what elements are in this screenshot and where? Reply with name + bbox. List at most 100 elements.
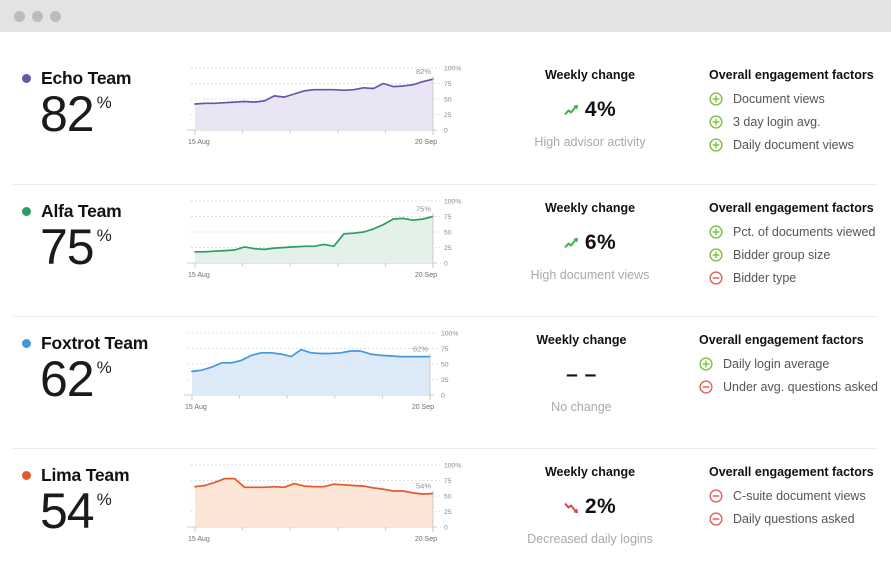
factor-label: 3 day login avg.: [733, 115, 821, 129]
change-percent: 6%: [585, 231, 616, 255]
svg-text:100%: 100%: [441, 331, 458, 338]
team-engagement-value: 82%: [40, 89, 185, 139]
factor-list: Document views 3 day login avg. Daily docu…: [709, 92, 878, 152]
svg-text:15 Aug: 15 Aug: [188, 139, 210, 146]
svg-text:15 Aug: 15 Aug: [188, 536, 210, 543]
team-summary: Alfa Team 75%: [13, 197, 185, 272]
svg-text:50: 50: [441, 362, 449, 369]
trend-icon-slot: [564, 501, 579, 514]
sparkline-svg: 100%755025075%15 Aug20 Sep: [185, 197, 470, 283]
engagement-factor: Bidder group size: [709, 248, 878, 262]
weekly-change-note: High document views: [500, 268, 680, 282]
factor-list: Pct. of documents viewed Bidder group siz…: [709, 225, 878, 285]
engagement-factor: C-suite document views: [709, 489, 878, 503]
plus-circle-icon: [709, 248, 723, 262]
svg-text:15 Aug: 15 Aug: [188, 272, 210, 279]
svg-text:20 Sep: 20 Sep: [412, 404, 434, 411]
weekly-change-value: 2%: [500, 494, 680, 520]
weekly-change-section: Weekly change 2% Decreased daily logins: [485, 461, 680, 546]
engagement-factor: Document views: [709, 92, 878, 106]
factor-label: Bidder type: [733, 271, 796, 285]
factor-label: Bidder group size: [733, 248, 830, 262]
weekly-change-section: Weekly change 4% High advisor activity: [485, 64, 680, 149]
percent-sign: %: [97, 226, 112, 245]
team-row: Foxtrot Team 62% 100%755025062%15 Aug20 …: [13, 316, 878, 448]
plus-circle-icon: [709, 92, 723, 106]
factor-label: Daily document views: [733, 138, 854, 152]
team-summary: Foxtrot Team 62%: [13, 329, 182, 404]
weekly-change-note: Decreased daily logins: [500, 532, 680, 546]
engagement-factor: Pct. of documents viewed: [709, 225, 878, 239]
svg-text:20 Sep: 20 Sep: [415, 272, 437, 279]
engagement-factors-section: Overall engagement factors C-suite docum…: [680, 461, 878, 526]
team-engagement-list: Echo Team 82% 100%755025082%15 Aug20 Sep…: [0, 32, 891, 580]
svg-text:25: 25: [444, 509, 452, 516]
trend-up-icon: [564, 237, 579, 250]
engagement-number: 54: [40, 483, 94, 539]
engagement-factors-section: Overall engagement factors Document view…: [680, 64, 878, 152]
svg-text:0: 0: [444, 525, 448, 532]
svg-text:0: 0: [444, 261, 448, 268]
weekly-change-header: Weekly change: [500, 465, 680, 479]
svg-text:20 Sep: 20 Sep: [415, 139, 437, 146]
svg-text:15 Aug: 15 Aug: [185, 404, 207, 411]
svg-text:0: 0: [444, 128, 448, 135]
engagement-factor: 3 day login avg.: [709, 115, 878, 129]
window-control-dot[interactable]: [32, 11, 43, 22]
minus-circle-icon: [709, 489, 723, 503]
team-summary: Lima Team 54%: [13, 461, 185, 536]
weekly-change-header: Weekly change: [500, 201, 680, 215]
weekly-change-header: Weekly change: [500, 68, 680, 82]
weekly-change-header: Weekly change: [493, 333, 670, 347]
sparkline-svg: 100%755025082%15 Aug20 Sep: [185, 64, 470, 150]
percent-sign: %: [97, 490, 112, 509]
team-engagement-value: 62%: [40, 354, 182, 404]
weekly-change-note: High advisor activity: [500, 135, 680, 149]
app-window: Echo Team 82% 100%755025082%15 Aug20 Sep…: [0, 0, 891, 580]
engagement-number: 82: [40, 86, 94, 142]
svg-text:50: 50: [444, 97, 452, 104]
svg-text:25: 25: [441, 377, 449, 384]
team-color-dot-icon: [22, 339, 31, 348]
weekly-change-value: 4%: [500, 97, 680, 123]
trend-icon-slot: [564, 237, 579, 250]
svg-text:50: 50: [444, 230, 452, 237]
weekly-change-value: – –: [493, 362, 670, 388]
factor-list: Daily login average Under avg. questions …: [699, 357, 878, 394]
svg-text:75: 75: [444, 214, 452, 221]
factors-header: Overall engagement factors: [709, 68, 878, 82]
svg-text:75: 75: [441, 346, 449, 353]
svg-text:75: 75: [444, 478, 452, 485]
minus-circle-icon: [699, 380, 713, 394]
trend-down-icon: [564, 501, 579, 514]
weekly-change-section: Weekly change 6% High document views: [485, 197, 680, 282]
svg-text:75: 75: [444, 81, 452, 88]
svg-text:25: 25: [444, 112, 452, 119]
team-summary: Echo Team 82%: [13, 64, 185, 139]
team-engagement-value: 54%: [40, 486, 185, 536]
engagement-factors-section: Overall engagement factors Pct. of docum…: [680, 197, 878, 285]
trend-icon-slot: [564, 104, 579, 117]
percent-sign: %: [97, 93, 112, 112]
change-percent: – –: [566, 363, 597, 387]
team-color-dot-icon: [22, 74, 31, 83]
team-row: Alfa Team 75% 100%755025075%15 Aug20 Sep…: [13, 184, 878, 316]
minus-circle-icon: [709, 512, 723, 526]
engagement-number: 75: [40, 219, 94, 275]
engagement-factor: Daily login average: [699, 357, 878, 371]
team-color-dot-icon: [22, 207, 31, 216]
window-control-dot[interactable]: [50, 11, 61, 22]
current-value-label: 54%: [416, 482, 431, 491]
sparkline-svg: 100%755025054%15 Aug20 Sep: [185, 461, 470, 547]
engagement-sparkline-chart: 100%755025062%15 Aug20 Sep: [182, 329, 477, 415]
team-row: Lima Team 54% 100%755025054%15 Aug20 Sep…: [13, 448, 878, 580]
team-row: Echo Team 82% 100%755025082%15 Aug20 Sep…: [13, 52, 878, 184]
svg-text:50: 50: [444, 494, 452, 501]
engagement-factor: Under avg. questions asked: [699, 380, 878, 394]
weekly-change-value: 6%: [500, 230, 680, 256]
window-control-dot[interactable]: [14, 11, 25, 22]
plus-circle-icon: [699, 357, 713, 371]
team-engagement-value: 75%: [40, 222, 185, 272]
engagement-sparkline-chart: 100%755025082%15 Aug20 Sep: [185, 64, 485, 150]
engagement-factor: Bidder type: [709, 271, 878, 285]
